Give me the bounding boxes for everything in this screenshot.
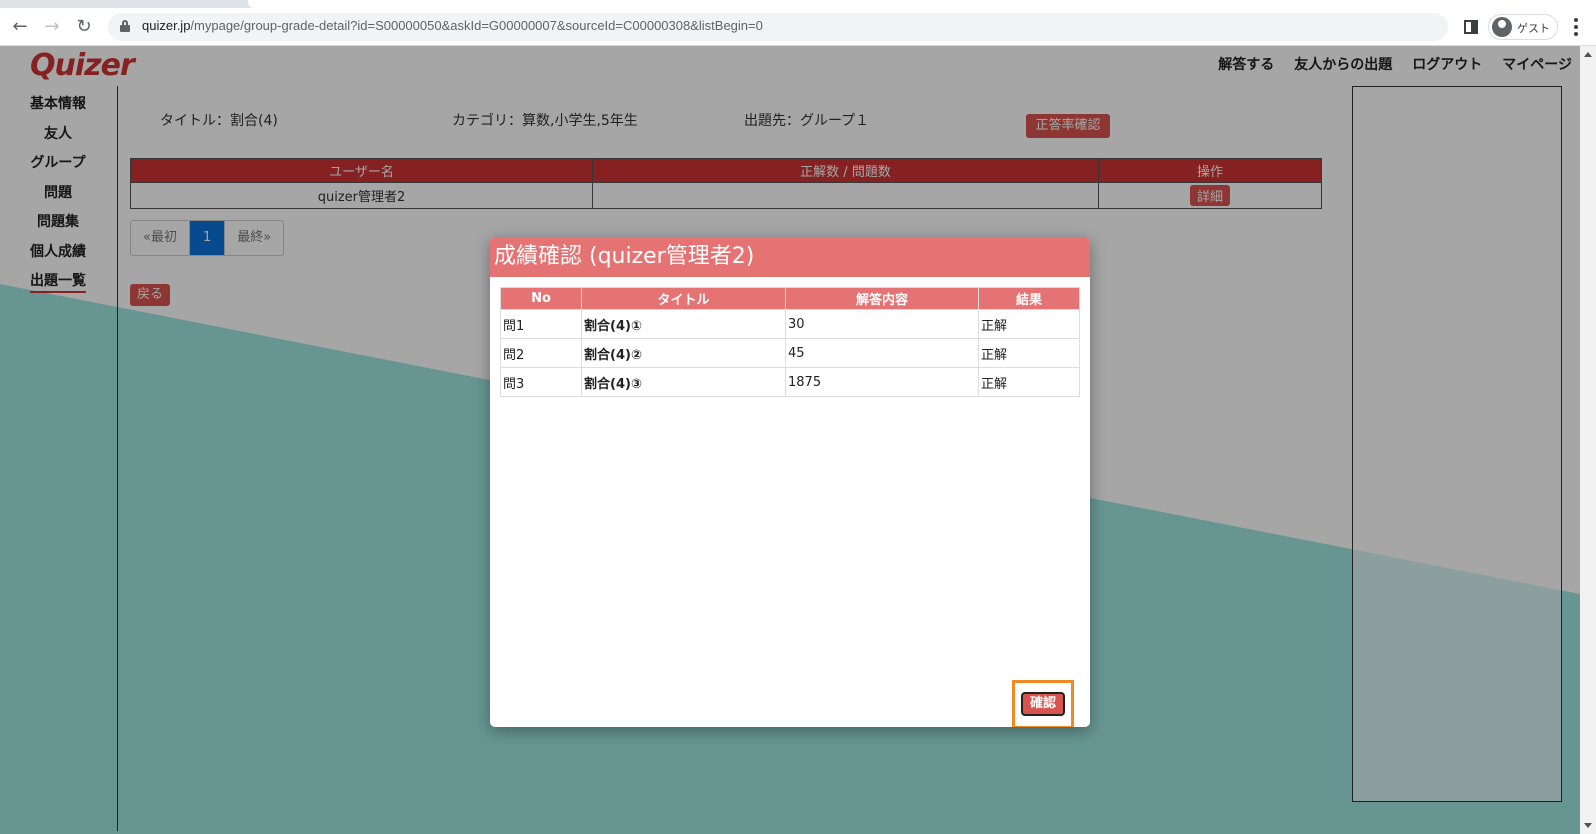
avatar-icon	[1492, 17, 1512, 37]
confirm-highlight: 確認	[1012, 680, 1074, 727]
page: Quizer 解答する 友人からの出題 ログアウト マイページ 基本情報 友人 …	[0, 46, 1580, 834]
scroll-up-icon[interactable]	[1584, 52, 1592, 57]
cell-result: 正解	[978, 338, 1080, 368]
cell-result: 正解	[978, 367, 1080, 397]
mcol-title: タイトル	[581, 287, 786, 310]
url-text[interactable]: quizer.jp/mypage/group-grade-detail?id=S…	[142, 18, 763, 33]
modal-title: 成績確認 (quizer管理者2)	[490, 237, 1090, 277]
profile-label: ゲスト	[1517, 22, 1550, 35]
cell-title: 割合(4)③	[581, 367, 786, 397]
cell-no: 問2	[500, 338, 582, 368]
tab-strip	[0, 0, 1596, 8]
scroll-down-icon[interactable]	[1584, 823, 1592, 828]
table-row: 問1 割合(4)① 30 正解	[500, 309, 1080, 339]
table-row: 問3 割合(4)③ 1875 正解	[500, 367, 1080, 397]
mcol-result: 結果	[978, 287, 1080, 310]
mcol-no: No	[500, 287, 582, 310]
forward-arrow-icon[interactable]: →	[42, 17, 62, 37]
confirm-button[interactable]: 確認	[1021, 692, 1065, 716]
page-scrollbar[interactable]	[1580, 46, 1596, 834]
kebab-menu-icon[interactable]	[1574, 18, 1578, 36]
cell-result: 正解	[978, 309, 1080, 339]
modal-result-table: No タイトル 解答内容 結果 問1 割合(4)① 30 正解 問2 割合(4)…	[500, 287, 1080, 397]
cell-no: 問3	[500, 367, 582, 397]
cell-title: 割合(4)①	[581, 309, 786, 339]
browser-toolbar: ← → ↻ quizer.jp/mypage/group-grade-detai…	[0, 8, 1596, 46]
active-tab[interactable]	[248, 0, 1596, 8]
cell-answer: 30	[785, 309, 979, 339]
profile-button[interactable]: ゲスト	[1488, 14, 1558, 40]
grade-modal: 成績確認 (quizer管理者2) No タイトル 解答内容 結果 問1 割合(…	[490, 237, 1090, 727]
back-arrow-icon[interactable]: ←	[10, 17, 30, 37]
modal-header-row: No タイトル 解答内容 結果	[500, 287, 1080, 310]
lock-icon[interactable]	[120, 20, 130, 32]
table-row: 問2 割合(4)② 45 正解	[500, 338, 1080, 368]
address-bar[interactable]: quizer.jp/mypage/group-grade-detail?id=S…	[108, 13, 1448, 41]
mcol-answer: 解答内容	[785, 287, 979, 310]
side-panel-icon[interactable]	[1464, 20, 1478, 34]
cell-answer: 1875	[785, 367, 979, 397]
reload-icon[interactable]: ↻	[74, 17, 94, 37]
cell-title: 割合(4)②	[581, 338, 786, 368]
cell-answer: 45	[785, 338, 979, 368]
cell-no: 問1	[500, 309, 582, 339]
